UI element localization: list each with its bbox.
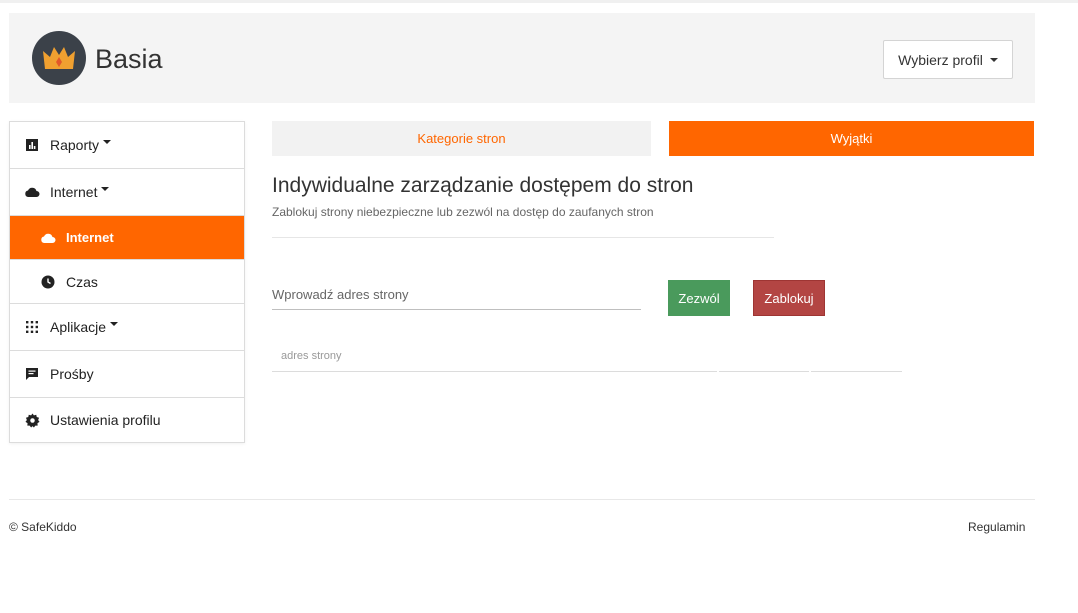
sidebar-item-label: Ustawienia profilu [50, 412, 161, 428]
chevron-down-icon [110, 322, 119, 326]
message-icon [24, 366, 40, 382]
column-separator [809, 371, 811, 372]
grid-icon [24, 319, 40, 335]
bar-chart-icon [24, 137, 40, 153]
cloud-icon [24, 184, 40, 200]
top-border [0, 0, 1078, 3]
profile-name: Basia [95, 44, 163, 74]
profile-select-label: Wybierz profil [898, 51, 983, 68]
tab-bar: Kategorie stron Wyjątki [272, 121, 1034, 156]
url-input[interactable] [272, 280, 641, 310]
clock-icon [40, 274, 56, 290]
chevron-down-icon [989, 57, 998, 62]
sidebar-subitem-czas[interactable]: Czas [10, 260, 244, 304]
sidebar-item-label: Aplikacje [50, 319, 107, 335]
divider [272, 237, 774, 238]
sidebar: Raporty Internet Internet Czas Aplikacje… [9, 121, 245, 443]
sidebar-item-ustawienia-profilu[interactable]: Ustawienia profilu [10, 398, 244, 442]
sidebar-item-internet[interactable]: Internet [10, 169, 244, 216]
tab-wyjatki[interactable]: Wyjątki [669, 121, 1034, 156]
column-separator [717, 371, 719, 372]
footer-divider [9, 499, 1035, 500]
avatar [32, 31, 86, 85]
sidebar-item-label: Internet [50, 184, 98, 200]
column-header-address: adres strony [281, 350, 342, 362]
cloud-icon [40, 230, 56, 246]
sidebar-item-label: Internet [66, 230, 114, 245]
sidebar-item-raporty[interactable]: Raporty [10, 122, 244, 169]
exceptions-table-header: adres strony [272, 340, 902, 372]
allow-button[interactable]: Zezwól [668, 280, 730, 316]
sidebar-item-label: Raporty [50, 137, 100, 153]
terms-link[interactable]: Regulamin [968, 520, 1025, 534]
page-title: Indywidualne zarządzanie dostępem do str… [272, 174, 694, 197]
sidebar-item-prosby[interactable]: Prośby [10, 351, 244, 398]
sidebar-item-label: Prośby [50, 366, 94, 382]
sidebar-subitem-internet[interactable]: Internet [10, 216, 244, 260]
profile-select-dropdown[interactable]: Wybierz profil [883, 40, 1013, 79]
chevron-down-icon [101, 187, 110, 191]
page-subtitle: Zablokuj strony niebezpieczne lub zezwól… [272, 205, 654, 219]
tab-kategorie-stron[interactable]: Kategorie stron [272, 121, 651, 156]
block-button[interactable]: Zablokuj [753, 280, 825, 316]
copyright-text: © SafeKiddo [9, 520, 77, 534]
sidebar-item-label: Czas [66, 273, 98, 290]
gear-icon [24, 412, 40, 428]
chevron-down-icon [103, 140, 112, 144]
sidebar-item-aplikacje[interactable]: Aplikacje [10, 304, 244, 351]
crown-icon [43, 47, 75, 69]
profile-header: Basia Wybierz profil [9, 13, 1035, 103]
